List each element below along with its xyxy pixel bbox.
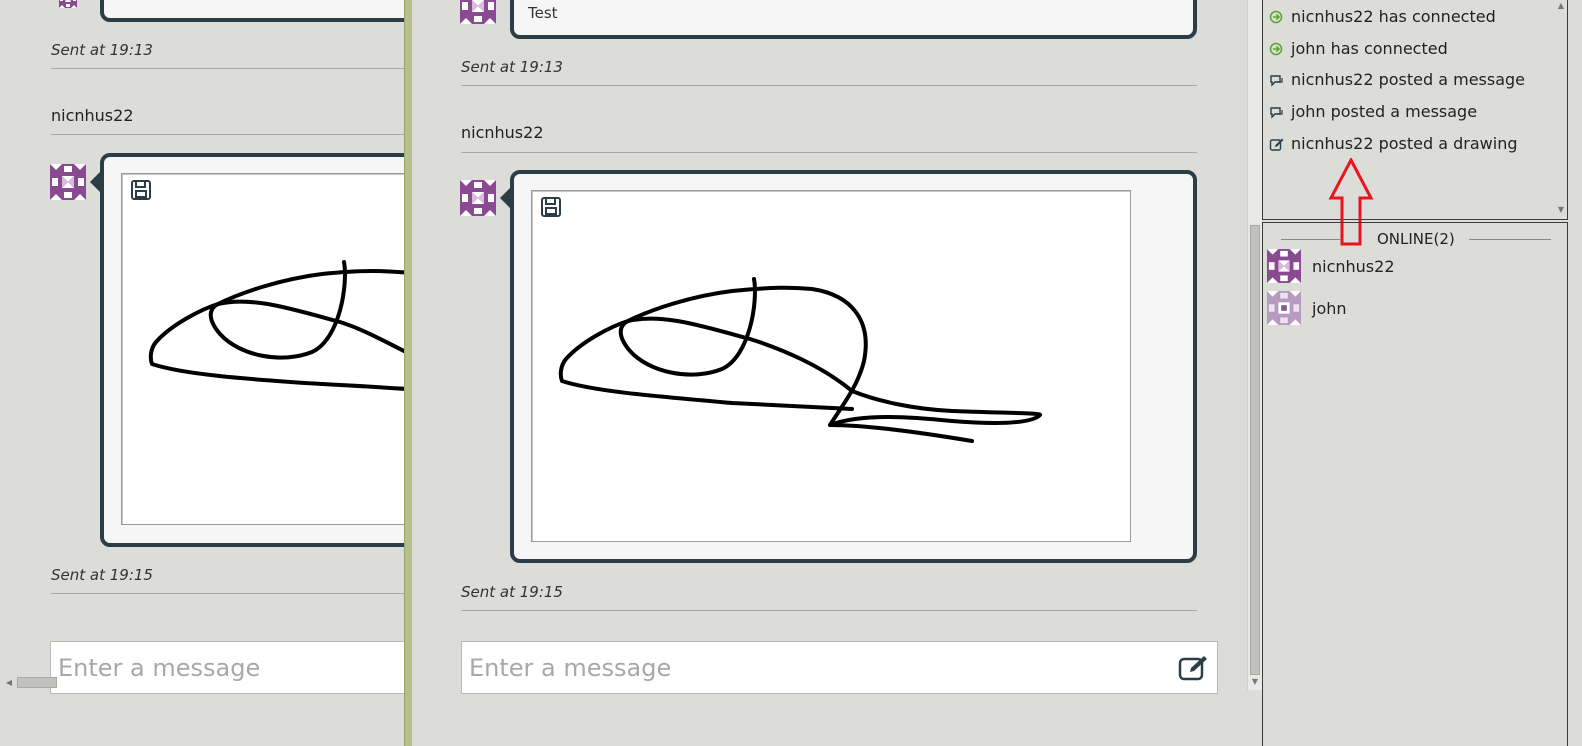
sent-timestamp: Sent at 19:13 [461, 58, 563, 76]
avatar [460, 180, 496, 216]
main-chat-window: Test Sent at 19:13 nicnhus22 Sent at 19:… [412, 0, 1246, 746]
message-input-box[interactable] [50, 641, 404, 694]
edit-icon [1269, 136, 1284, 151]
scroll-left-arrow[interactable]: ◀ [4, 677, 14, 689]
divider [51, 134, 404, 135]
vertical-scroll-thumb[interactable] [1250, 225, 1260, 675]
message-input[interactable] [51, 642, 404, 693]
event-item: john posted a message [1269, 102, 1477, 121]
online-users-panel: ONLINE(2) nicnhus22 john [1262, 222, 1568, 746]
event-text: john has connected [1291, 38, 1448, 58]
online-user[interactable]: nicnhus22 [1312, 257, 1395, 276]
scroll-down-arrow[interactable]: ▼ [1555, 204, 1567, 216]
message-input-box[interactable] [461, 641, 1218, 694]
message-bubble [100, 0, 404, 22]
chat-bubbles-icon [1269, 104, 1283, 119]
avatar [50, 0, 86, 8]
event-text: john posted a message [1291, 102, 1478, 122]
avatar [460, 0, 496, 24]
divider [51, 593, 404, 594]
drawing-canvas [121, 173, 404, 525]
message-input[interactable] [462, 642, 1217, 693]
message-text: Test [528, 4, 558, 22]
scroll-up-arrow[interactable]: ▲ [1555, 0, 1567, 12]
message-username: nicnhus22 [461, 123, 544, 142]
event-item: nicnhus22 posted a message [1269, 70, 1525, 89]
message-bubble: Test [510, 0, 1197, 39]
event-text: nicnhus22 posted a drawing [1291, 133, 1518, 153]
online-header: ONLINE(2) [1377, 230, 1455, 248]
drawing-strokes [148, 260, 404, 391]
vertical-scrollbar[interactable]: ▼ [1247, 0, 1262, 690]
scroll-down-arrow[interactable]: ▼ [1248, 676, 1262, 688]
message-username: nicnhus22 [51, 106, 134, 125]
event-item: john has connected [1269, 39, 1448, 58]
divider [461, 610, 1197, 611]
sent-timestamp: Sent at 19:13 [51, 41, 153, 59]
left-chat-window: Sent at 19:13 nicnhus22 Sent at 19:15 En… [0, 0, 404, 746]
divider [51, 68, 404, 69]
event-item: nicnhus22 has connected [1269, 7, 1496, 26]
activity-log: nicnhus22 has connected john has connecte… [1262, 0, 1568, 220]
draw-edit-icon[interactable] [1178, 654, 1210, 682]
drawing-strokes [558, 277, 1043, 443]
drawing-canvas [531, 190, 1131, 542]
divider [461, 85, 1197, 86]
divider [461, 152, 1197, 153]
horizontal-scroll-thumb[interactable] [17, 677, 57, 688]
avatar [1267, 291, 1301, 325]
event-text: nicnhus22 posted a message [1291, 70, 1526, 90]
divider [1469, 239, 1551, 240]
divider [1281, 239, 1341, 240]
sent-timestamp: Sent at 19:15 [461, 583, 563, 601]
sent-timestamp: Sent at 19:15 [51, 566, 153, 584]
avatar [50, 164, 86, 200]
connect-icon [1269, 9, 1283, 24]
event-text: nicnhus22 has connected [1291, 7, 1496, 26]
chat-bubbles-icon [1269, 72, 1283, 88]
drawing-bubble [510, 170, 1197, 563]
event-item: nicnhus22 posted a drawing [1269, 134, 1517, 153]
drawing-bubble [100, 153, 404, 547]
online-user[interactable]: john [1312, 299, 1347, 318]
avatar [1267, 249, 1301, 283]
connect-icon [1269, 41, 1283, 55]
